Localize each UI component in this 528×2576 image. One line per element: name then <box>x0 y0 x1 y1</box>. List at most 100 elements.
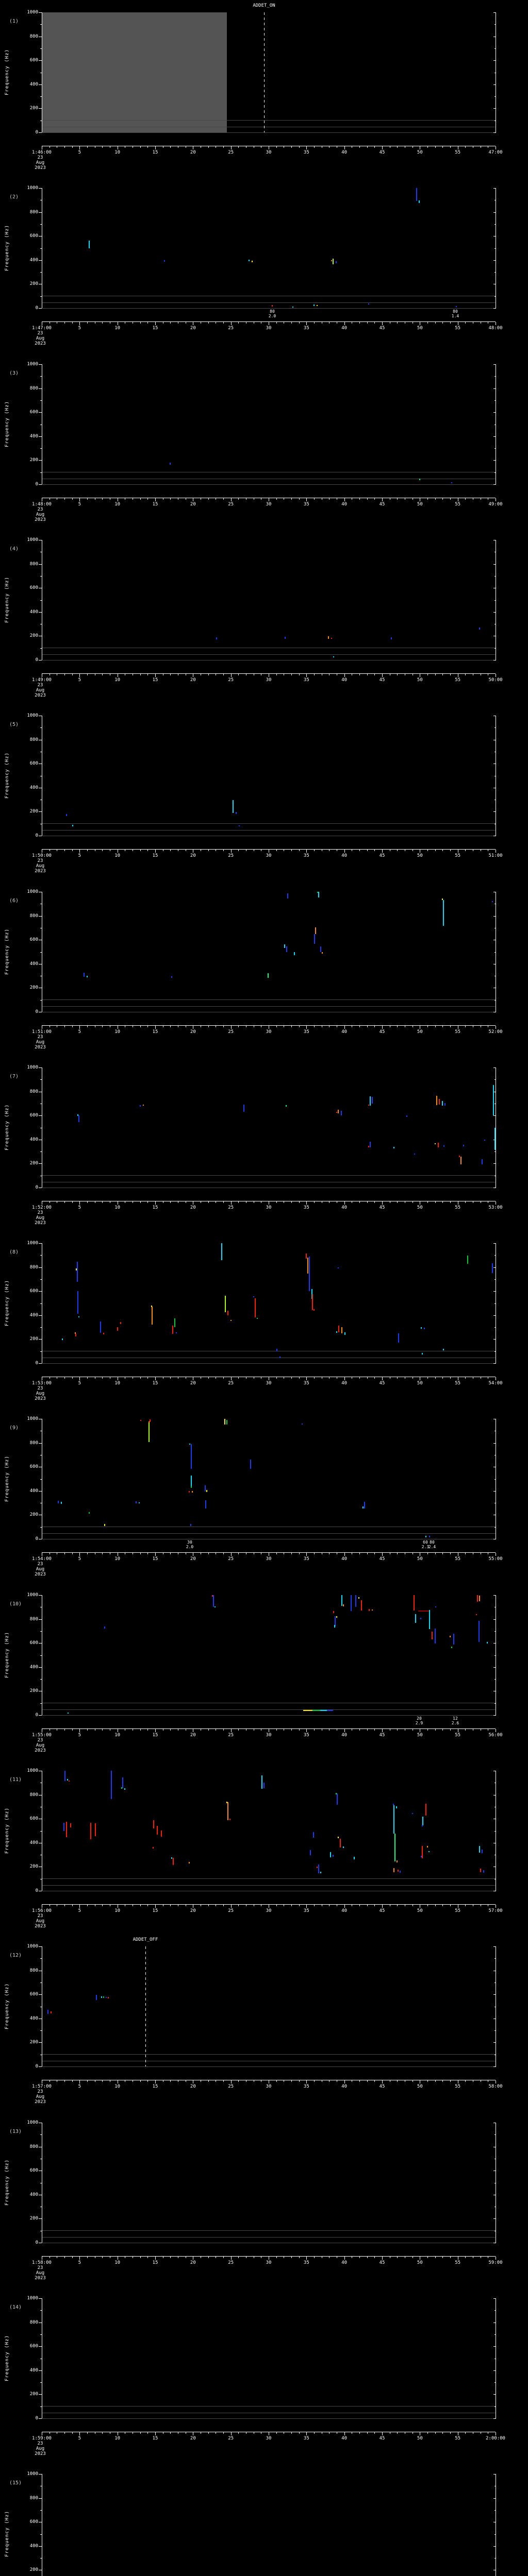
x-tick <box>435 2256 436 2258</box>
x-tick <box>412 1553 413 1555</box>
x-tick-label: 50 <box>417 1205 423 1210</box>
detection-mark <box>335 1793 337 1794</box>
panel: (12) Frequency (Hz) 1000 800 600 400 200 0 ADDET… <box>0 1934 528 2110</box>
x-tick <box>72 1025 73 1027</box>
detection-mark <box>335 261 337 264</box>
x-tick <box>314 322 315 324</box>
x-tick <box>367 1728 368 1731</box>
detection-mark <box>75 1333 76 1336</box>
detection-mark <box>332 258 334 264</box>
detection-mark <box>429 1536 431 1537</box>
panel-index-label: (7) <box>9 1073 19 1079</box>
x-tick <box>412 2256 413 2258</box>
x-tick-label: 40 <box>341 501 348 507</box>
x-tick <box>435 1025 436 1027</box>
detection-mark <box>136 1501 137 1504</box>
date-label: 2023 <box>35 1220 46 1226</box>
detection-mark <box>451 1646 452 1648</box>
panel-index-label: (1) <box>9 19 19 24</box>
y-tick-label: 600 <box>29 585 38 590</box>
y-tick <box>40 1831 42 1832</box>
detection-mark <box>368 1146 369 1147</box>
x-tick-label: 40 <box>341 2435 348 2441</box>
x-tick <box>427 850 428 852</box>
x-tick-label: 30 <box>266 2084 272 2090</box>
panel-index-label: (2) <box>9 194 19 200</box>
x-tick <box>397 673 398 675</box>
x-tick <box>231 1377 232 1381</box>
x-tick-label: 10 <box>114 1029 121 1035</box>
x-tick <box>238 673 239 675</box>
y-tick <box>40 224 42 225</box>
y-tick-label: 1000 <box>27 1768 38 1773</box>
detection-mark <box>429 1609 431 1629</box>
x-tick-label: 25 <box>228 326 234 331</box>
date-label: 2023 <box>35 1044 46 1050</box>
x-tick <box>223 2256 224 2258</box>
y-tick <box>39 1491 42 1492</box>
x-tick <box>450 673 451 675</box>
right-y-tick <box>494 999 496 1001</box>
detection-mark <box>191 1486 192 1488</box>
y-tick <box>39 60 42 61</box>
x-tick <box>306 146 307 149</box>
x-tick <box>208 1377 209 1379</box>
x-end-label: 54:00 <box>488 1381 503 1386</box>
x-tick <box>87 1201 88 1203</box>
x-tick <box>359 2432 360 2434</box>
x-tick-label: 45 <box>379 326 385 331</box>
x-tick <box>79 1377 80 1381</box>
x-tick <box>87 673 88 675</box>
detection-mark <box>257 1318 258 1319</box>
x-tick-label: 15 <box>152 2260 158 2265</box>
noise-line <box>42 120 496 121</box>
right-y-tick <box>493 1067 496 1068</box>
x-tick <box>170 1201 171 1203</box>
detection-mark <box>421 1824 423 1826</box>
annotation-line2: 2.6 <box>451 1720 459 1725</box>
panel: (5) Frequency (Hz) 1000 800 600 400 200 0 1:50:0… <box>0 703 528 879</box>
x-tick <box>367 2256 368 2258</box>
panel: (15)Frequency (Hz)100080060040020002:00:… <box>0 2462 528 2576</box>
detection-mark <box>492 1084 494 1116</box>
x-tick <box>79 850 80 853</box>
x-tick <box>382 1377 383 1381</box>
x-tick <box>435 146 436 148</box>
x-tick <box>208 2432 209 2434</box>
y-axis-title: Frequency (Hz) <box>5 2159 10 2206</box>
x-tick <box>442 673 443 675</box>
x-tick <box>374 498 375 500</box>
date-label: Aug <box>36 336 45 342</box>
x-tick <box>344 2256 345 2260</box>
x-tick <box>450 1201 451 1203</box>
right-y-tick <box>494 648 496 649</box>
y-tick-label: 800 <box>29 2144 38 2149</box>
detection-mark <box>50 2011 52 2013</box>
x-tick <box>79 673 80 677</box>
x-tick <box>427 1201 428 1203</box>
x-tick <box>465 498 466 500</box>
detection-mark <box>306 1253 307 1259</box>
detection-mark <box>336 1331 337 1333</box>
x-tick <box>223 1025 224 1027</box>
detection-mark <box>333 656 335 658</box>
x-tick <box>238 146 239 148</box>
x-tick-label: 40 <box>341 2260 348 2265</box>
y-axis-title: Frequency (Hz) <box>5 576 10 623</box>
x-tick <box>397 1905 398 1906</box>
x-tick-label: 15 <box>152 1908 158 1913</box>
detection-mark <box>227 1310 228 1315</box>
x-tick-label: 25 <box>228 1205 234 1210</box>
panel: (8) Frequency (Hz) 1000 800 600 400 200 0 1:53:0… <box>0 1231 528 1406</box>
y-tick-label: 200 <box>29 809 38 815</box>
x-tick <box>140 322 141 324</box>
x-tick-label: 30 <box>266 1029 272 1035</box>
x-tick <box>465 1905 466 1906</box>
x-tick <box>64 1201 65 1203</box>
detection-mark <box>492 1263 493 1273</box>
panel-index-label: (15) <box>9 2480 22 2486</box>
x-tick <box>450 2256 451 2258</box>
detection-mark <box>453 1634 455 1645</box>
x-tick <box>299 1728 300 1731</box>
x-tick <box>291 1728 292 1731</box>
